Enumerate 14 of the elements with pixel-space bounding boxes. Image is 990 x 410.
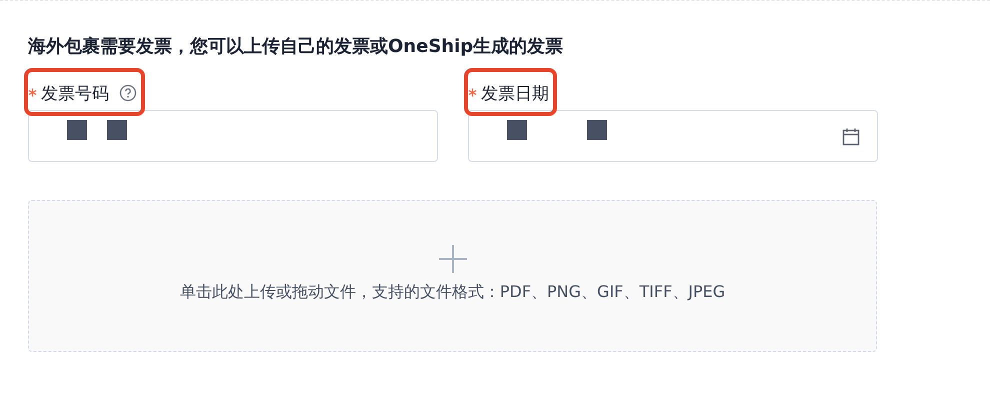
upload-area[interactable]: 单击此处上传或拖动文件，支持的文件格式：PDF、PNG、GIF、TIFF、JPEG [28, 200, 877, 352]
redaction-mark [507, 120, 527, 140]
upload-hint: 单击此处上传或拖动文件，支持的文件格式：PDF、PNG、GIF、TIFF、JPEG [180, 282, 726, 303]
calendar-icon[interactable] [841, 127, 861, 147]
section-heading: 海外包裹需要发票，您可以上传自己的发票或OneShip生成的发票 [28, 35, 564, 59]
plus-icon [438, 244, 468, 274]
input-field[interactable] [28, 110, 438, 162]
field-label: 发票日期 [481, 82, 549, 104]
date-field[interactable] [468, 110, 878, 162]
field-label: 发票号码 [41, 82, 109, 104]
help-icon[interactable] [119, 84, 137, 102]
redaction-mark [67, 120, 87, 140]
redaction-mark [587, 120, 607, 140]
redaction-mark [107, 120, 127, 140]
